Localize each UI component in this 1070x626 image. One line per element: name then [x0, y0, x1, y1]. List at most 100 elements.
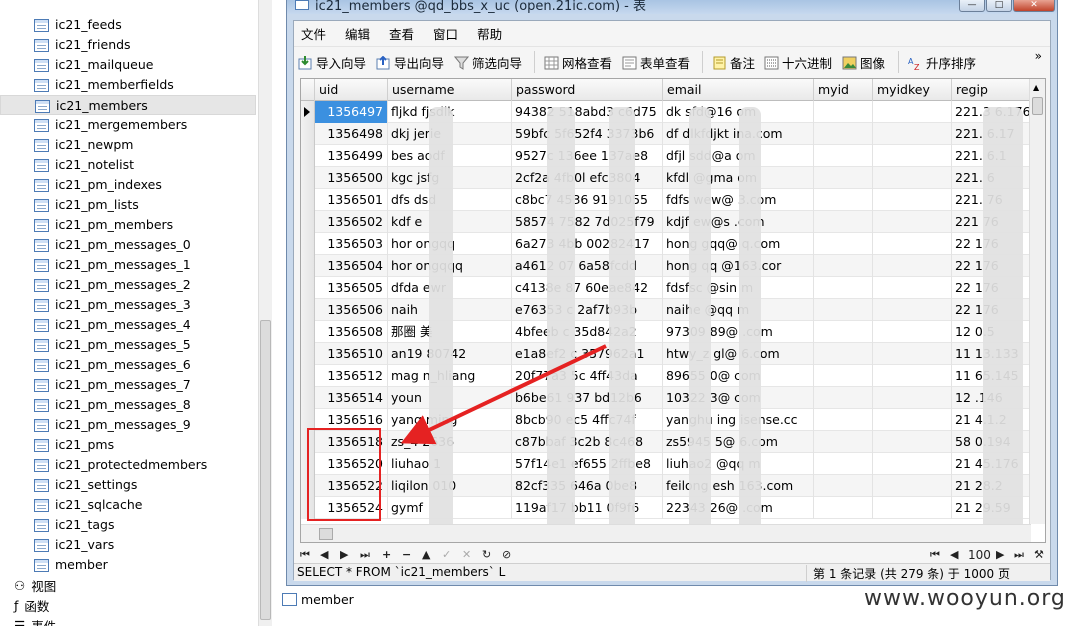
- cell-myidkey[interactable]: [873, 475, 952, 497]
- cell-password[interactable]: c4138e 87 60eae842: [512, 277, 663, 299]
- cell-myid[interactable]: [814, 343, 873, 365]
- toolbar-overflow-chevron[interactable]: »: [1035, 49, 1042, 63]
- cell-uid[interactable]: 1356514: [315, 387, 388, 409]
- row-gutter[interactable]: [301, 101, 315, 123]
- cell-uid[interactable]: 1356518: [315, 431, 388, 453]
- row-gutter[interactable]: [301, 299, 315, 321]
- cell-password[interactable]: 119af17 bb11 0f9f6: [512, 497, 663, 519]
- table-row[interactable]: 1356498 dkj jerie 59bfc 5f652f4 3373b6 df d…: [301, 123, 1045, 145]
- tree-scrollbar-thumb[interactable]: [260, 320, 271, 620]
- table-row[interactable]: 1356502 kdf e 58574 7582 7d025f79 kdjf ew@s…: [301, 211, 1045, 233]
- tree-item-table[interactable]: ic21_members: [0, 95, 256, 115]
- cell-password[interactable]: 94382 518abd3 c6d75: [512, 101, 663, 123]
- cell-myidkey[interactable]: [873, 453, 952, 475]
- column-header-myid[interactable]: myid: [814, 79, 873, 101]
- first-record-button[interactable]: ⏮: [300, 548, 310, 562]
- cell-password[interactable]: 2cf2a 4fb0l efc3804: [512, 167, 663, 189]
- cell-myidkey[interactable]: [873, 277, 952, 299]
- cell-uid[interactable]: 1356520: [315, 453, 388, 475]
- table-row[interactable]: 1356506naihe76353 c 2af7b93bnaihe @qq m2…: [301, 299, 1045, 321]
- cell-myidkey[interactable]: [873, 409, 952, 431]
- cell-myidkey[interactable]: [873, 101, 952, 123]
- table-row[interactable]: 1356518 zs_4 2636 c87bbaf 3c2b 8c468 zs5945…: [301, 431, 1045, 453]
- row-gutter[interactable]: [301, 233, 315, 255]
- menu-edit[interactable]: 编辑: [345, 24, 370, 43]
- cell-myid[interactable]: [814, 453, 873, 475]
- cell-uid[interactable]: 1356512: [315, 365, 388, 387]
- grid-hscroll-thumb[interactable]: [319, 528, 333, 540]
- cell-myid[interactable]: [814, 321, 873, 343]
- cell-myidkey[interactable]: [873, 299, 952, 321]
- cell-password[interactable]: c8bc7 4536 9191055: [512, 189, 663, 211]
- cell-myidkey[interactable]: [873, 145, 952, 167]
- cell-password[interactable]: 6a273 4bb 00282417: [512, 233, 663, 255]
- tree-item-table[interactable]: ic21_pms: [0, 435, 256, 455]
- table-row[interactable]: 1356499bes aodf9527c 136ee 137ae8dfjl sd…: [301, 145, 1045, 167]
- cell-myidkey[interactable]: [873, 123, 952, 145]
- table-row[interactable]: 1356504 hor ongqqq a4612 07 6a58fcdd hong q…: [301, 255, 1045, 277]
- cell-password[interactable]: a4612 07 6a58fcdd: [512, 255, 663, 277]
- prev-page-button[interactable]: ◀: [950, 548, 958, 561]
- hex-button[interactable]: 十六进制: [764, 53, 832, 72]
- row-gutter[interactable]: [301, 365, 315, 387]
- tree-item-table[interactable]: ic21_pm_messages_5: [0, 335, 256, 355]
- column-header-username[interactable]: username: [388, 79, 512, 101]
- page-size-value[interactable]: 100: [968, 548, 991, 562]
- cell-myidkey[interactable]: [873, 343, 952, 365]
- cell-myid[interactable]: [814, 475, 873, 497]
- cell-myidkey[interactable]: [873, 233, 952, 255]
- last-record-button[interactable]: ⏭: [360, 548, 370, 562]
- grid-vscroll-thumb[interactable]: [1032, 97, 1043, 115]
- cell-myid[interactable]: [814, 409, 873, 431]
- first-page-button[interactable]: ⏮: [930, 548, 940, 562]
- cell-password[interactable]: 58574 7582 7d025f79: [512, 211, 663, 233]
- row-gutter[interactable]: [301, 431, 315, 453]
- row-gutter[interactable]: [301, 321, 315, 343]
- form-view-button[interactable]: 表单查看: [622, 53, 690, 72]
- cell-uid[interactable]: 1356505: [315, 277, 388, 299]
- cell-myid[interactable]: [814, 387, 873, 409]
- cell-myid[interactable]: [814, 189, 873, 211]
- tree-item-table[interactable]: ic21_sqlcache: [0, 495, 256, 515]
- cell-myidkey[interactable]: [873, 211, 952, 233]
- menu-help[interactable]: 帮助: [477, 24, 502, 43]
- move-up-button[interactable]: ▲: [422, 548, 430, 561]
- tree-item-table[interactable]: ic21_mergemembers: [0, 115, 256, 135]
- tree-item-table[interactable]: ic21_protectedmembers: [0, 455, 256, 475]
- tree-item-table[interactable]: ic21_newpm: [0, 135, 256, 155]
- maximize-button[interactable]: □: [986, 0, 1012, 12]
- cell-password[interactable]: 8bcb90 ec5 4ffc74f: [512, 409, 663, 431]
- cell-myid[interactable]: [814, 123, 873, 145]
- row-gutter[interactable]: [301, 277, 315, 299]
- tree-item-table[interactable]: member: [0, 555, 256, 575]
- table-row[interactable]: 1356516 yang ming 8bcb90 ec5 4ffc74f yanghu…: [301, 409, 1045, 431]
- table-row[interactable]: 1356505 dfda ewr c4138e 87 60eae842 fdsfsc …: [301, 277, 1045, 299]
- tree-section-events[interactable]: ☰ 事件: [14, 615, 56, 626]
- tree-item-table[interactable]: ic21_memberfields: [0, 75, 256, 95]
- sort-ascending-button[interactable]: AZ 升序排序: [908, 53, 976, 72]
- prev-record-button[interactable]: ◀: [320, 548, 328, 561]
- tree-item-table[interactable]: ic21_pm_messages_1: [0, 255, 256, 275]
- tree-item-table[interactable]: ic21_settings: [0, 475, 256, 495]
- table-row[interactable]: 1356524 gymf 119af17 bb11 0f9f6 22343 26@ .…: [301, 497, 1045, 519]
- tree-item-table[interactable]: ic21_feeds: [0, 15, 256, 35]
- close-button[interactable]: ✕: [1013, 0, 1055, 12]
- cell-uid[interactable]: 1356498: [315, 123, 388, 145]
- minimize-button[interactable]: —: [959, 0, 985, 12]
- cell-myid[interactable]: [814, 365, 873, 387]
- scroll-up-arrow-icon[interactable]: ▲: [1033, 83, 1039, 92]
- cell-uid[interactable]: 1356508: [315, 321, 388, 343]
- cell-myidkey[interactable]: [873, 497, 952, 519]
- row-gutter[interactable]: [301, 497, 315, 519]
- row-gutter[interactable]: [301, 145, 315, 167]
- window-titlebar[interactable]: ic21_members @qd_bbs_x_uc (open.21ic.com…: [287, 0, 1057, 14]
- last-page-button[interactable]: ⏭: [1014, 548, 1024, 562]
- next-page-button[interactable]: ▶: [996, 548, 1004, 561]
- tree-item-table[interactable]: ic21_tags: [0, 515, 256, 535]
- cell-password[interactable]: 9527c 136ee 137ae8: [512, 145, 663, 167]
- apply-button[interactable]: ✓: [442, 548, 451, 561]
- table-row[interactable]: 1356510an19 80742e1a8ef2 c 357962a1htwy_…: [301, 343, 1045, 365]
- table-row[interactable]: 1356503 hor ongqq 6a273 4bb 00282417 hong g…: [301, 233, 1045, 255]
- cell-myid[interactable]: [814, 431, 873, 453]
- column-header-email[interactable]: email: [663, 79, 814, 101]
